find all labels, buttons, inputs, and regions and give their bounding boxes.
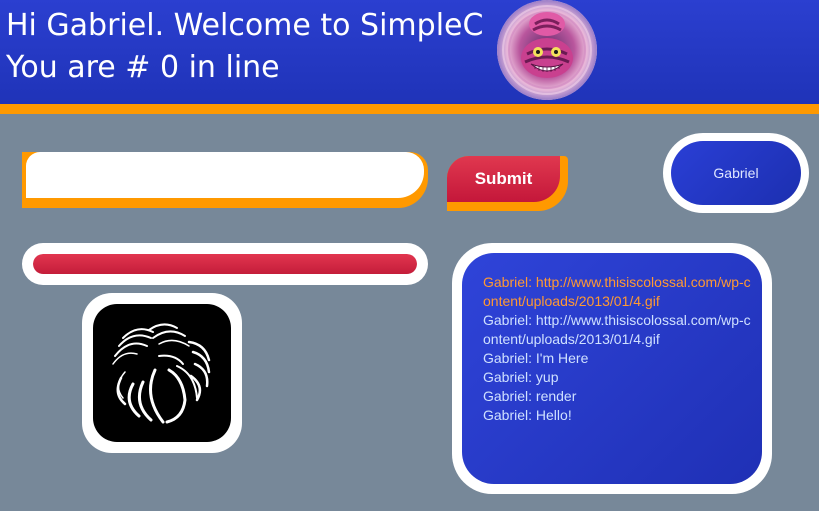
chat-message: Gabriel: Hello! bbox=[483, 407, 572, 423]
message-input[interactable] bbox=[26, 152, 424, 198]
chat-panel-frame: Gabriel: http://www.thisiscolossal.com/w… bbox=[452, 243, 772, 494]
chat-message-list: Gabriel: http://www.thisiscolossal.com/w… bbox=[483, 273, 753, 425]
chat-message: Gabriel: yup bbox=[483, 369, 559, 385]
chat-message: Gabriel: I'm Here bbox=[483, 350, 589, 366]
header-bar: Hi Gabriel. Welcome to SimpleC You are #… bbox=[0, 0, 819, 104]
submit-button[interactable]: Submit bbox=[447, 156, 560, 202]
spinning-loader-icon bbox=[93, 304, 231, 442]
message-input-frame bbox=[22, 152, 428, 208]
user-name-label: Gabriel bbox=[671, 141, 801, 205]
cheshire-cat-avatar-icon bbox=[497, 0, 597, 100]
loader-frame bbox=[82, 293, 242, 453]
chat-message: Gabriel: http://www.thisiscolossal.com/w… bbox=[483, 274, 751, 309]
queue-position-text: You are # 0 in line bbox=[6, 50, 280, 85]
user-badge: Gabriel bbox=[663, 133, 809, 213]
chat-message: Gabriel: render bbox=[483, 388, 577, 404]
chat-panel[interactable]: Gabriel: http://www.thisiscolossal.com/w… bbox=[462, 253, 762, 484]
welcome-heading: Hi Gabriel. Welcome to SimpleC bbox=[6, 8, 484, 43]
header-accent-stripe bbox=[0, 104, 819, 114]
progress-bar-frame bbox=[22, 243, 428, 285]
progress-bar-fill bbox=[33, 254, 417, 274]
chat-message: Gabriel: http://www.thisiscolossal.com/w… bbox=[483, 312, 751, 347]
progress-bar-track bbox=[33, 254, 417, 274]
submit-button-frame: Submit bbox=[447, 156, 568, 211]
